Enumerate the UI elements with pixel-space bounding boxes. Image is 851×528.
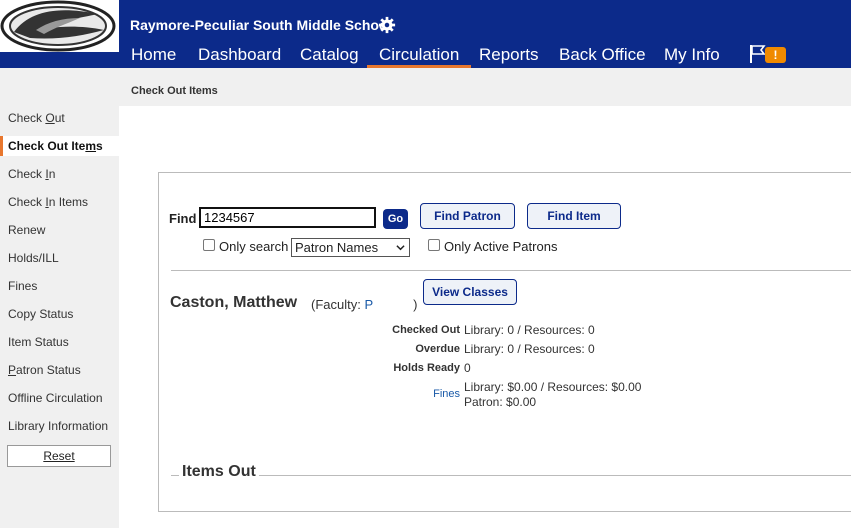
sidebar-item-check-in-items[interactable]: Check In Items	[0, 192, 119, 212]
view-classes-button[interactable]: View Classes	[423, 279, 517, 305]
school-logo[interactable]	[0, 0, 119, 52]
checked-out-value: Library: 0 / Resources: 0	[464, 323, 595, 337]
breadcrumb-title: Check Out Items	[131, 85, 218, 97]
only-search-checkbox[interactable]	[203, 239, 215, 251]
patron-type: (Faculty: P)	[311, 297, 418, 312]
reset-button[interactable]: Reset	[7, 445, 111, 467]
checkout-panel: Find Go Find Patron Find Item Only searc…	[158, 172, 851, 512]
search-scope-value: Patron Names	[295, 240, 379, 255]
only-active-patrons-checkbox[interactable]	[428, 239, 440, 251]
alert-badge[interactable]: !	[765, 47, 786, 63]
items-out-divider	[171, 475, 851, 476]
top-header: Raymore-Peculiar South Middle School Hom…	[0, 0, 851, 68]
only-active-patrons-label: Only Active Patrons	[444, 239, 558, 254]
holds-ready-label: Holds Ready	[393, 362, 460, 374]
sidebar-item-library-information[interactable]: Library Information	[0, 416, 119, 436]
divider	[171, 270, 851, 271]
checked-out-label: Checked Out	[392, 324, 460, 336]
nav-dashboard[interactable]: Dashboard	[198, 45, 281, 65]
nav-circulation[interactable]: Circulation	[366, 45, 472, 68]
fines-link[interactable]: Fines	[433, 388, 460, 400]
find-patron-button[interactable]: Find Patron	[420, 203, 515, 229]
only-search-label: Only search	[219, 239, 289, 254]
nav-my-info[interactable]: My Info	[664, 45, 720, 65]
items-out-title: Items Out	[179, 463, 259, 481]
sidebar-item-patron-status[interactable]: Patron Status	[0, 360, 119, 380]
patron-name: Caston, Matthew	[170, 294, 298, 311]
nav-home[interactable]: Home	[131, 45, 176, 65]
sidebar-item-fines[interactable]: Fines	[0, 276, 119, 296]
fines-value-library: Library: $0.00 / Resources: $0.00	[464, 380, 642, 394]
holds-ready-value: 0	[464, 361, 471, 375]
sidebar-item-check-in[interactable]: Check In	[0, 164, 119, 184]
overdue-label: Overdue	[415, 343, 460, 355]
nav-catalog[interactable]: Catalog	[300, 45, 359, 65]
find-label: Find	[169, 211, 197, 226]
search-scope-select[interactable]: Patron Names	[291, 238, 410, 257]
nav-reports[interactable]: Reports	[479, 45, 539, 65]
sidebar-item-renew[interactable]: Renew	[0, 220, 119, 240]
sidebar-item-item-status[interactable]: Item Status	[0, 332, 119, 352]
breadcrumb: Check Out Items	[119, 68, 851, 106]
sidebar-item-check-out[interactable]: Check Out	[0, 108, 119, 128]
sidebar-item-check-out-items[interactable]: Check Out Items	[0, 136, 119, 156]
overdue-value: Library: 0 / Resources: 0	[464, 342, 595, 356]
patron-type-link[interactable]: P	[364, 297, 373, 312]
go-button[interactable]: Go	[383, 209, 408, 229]
school-name: Raymore-Peculiar South Middle School	[130, 17, 392, 33]
nav-back-office[interactable]: Back Office	[559, 45, 646, 65]
gear-icon[interactable]	[378, 16, 396, 34]
fines-value-patron: Patron: $0.00	[464, 395, 537, 409]
chevron-down-icon	[396, 245, 405, 251]
find-item-button[interactable]: Find Item	[527, 203, 621, 229]
main-content: Find Go Find Patron Find Item Only searc…	[119, 106, 851, 528]
sidebar-item-copy-status[interactable]: Copy Status	[0, 304, 119, 324]
find-input[interactable]	[199, 207, 376, 228]
sidebar-item-holds-ill[interactable]: Holds/ILL	[0, 248, 119, 268]
sidebar-item-offline-circulation[interactable]: Offline Circulation	[0, 388, 119, 408]
sidebar: Check Out Check Out Items Check In Check…	[0, 68, 119, 528]
